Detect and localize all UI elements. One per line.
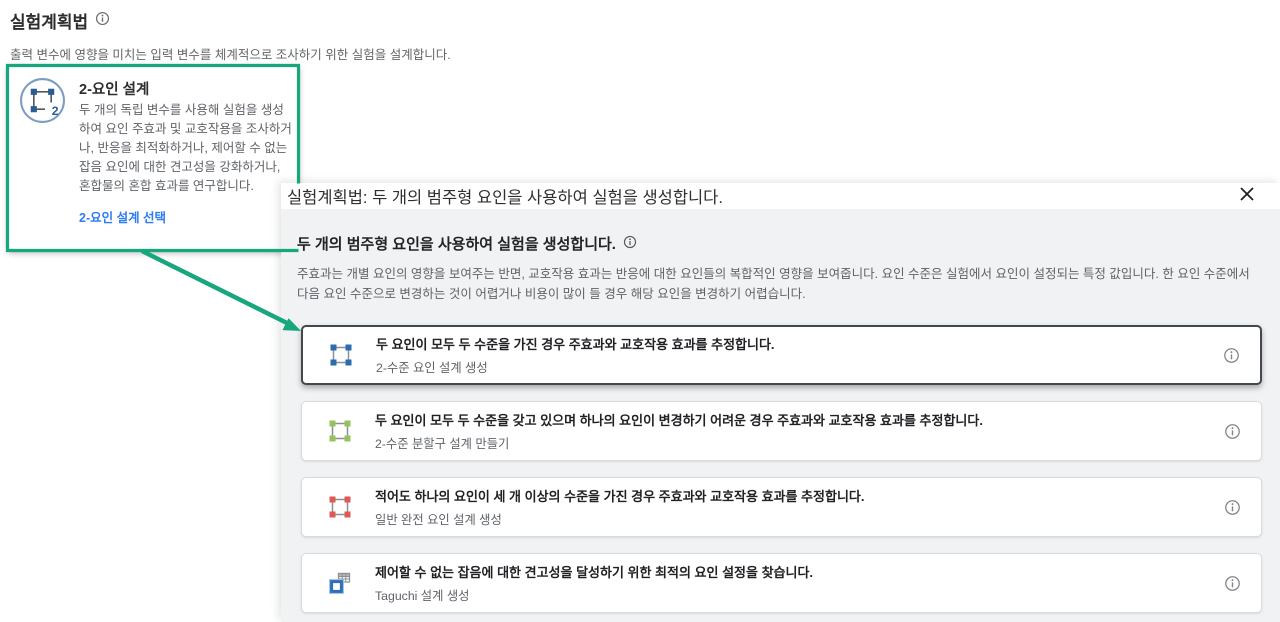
option-subtitle: 2-수준 요인 설계 생성 (376, 358, 775, 376)
info-icon[interactable] (623, 235, 637, 253)
option-split-plot[interactable]: 두 요인이 모두 두 수준을 갖고 있으며 하나의 요인이 변경하기 어려운 경… (301, 401, 1262, 461)
card-description: 두 개의 독립 변수를 사용해 실험을 생성하여 요인 주효과 및 교호작용을 … (79, 101, 292, 196)
dialog-title: 실험계획법: 두 개의 범주형 요인을 사용하여 실험을 생성합니다. (287, 184, 723, 208)
select-two-factor-design-link[interactable]: 2-요인 설계 선택 (79, 207, 166, 226)
close-icon[interactable] (1237, 184, 1257, 204)
info-icon[interactable] (1224, 423, 1241, 440)
doe-dialog: 실험계획법: 두 개의 범주형 요인을 사용하여 실험을 생성합니다. 두 개의… (281, 183, 1280, 622)
card-title: 2-요인 설계 (79, 78, 149, 99)
option-title: 적어도 하나의 요인이 세 개 이상의 수준을 가진 경우 주효과와 교호작용 … (375, 486, 864, 505)
dialog-description: 주효과는 개별 요인의 영향을 보여주는 반면, 교호작용 효과는 반응에 대한… (297, 264, 1257, 304)
page-title: 실험계획법 (10, 8, 88, 33)
option-title: 제어할 수 없는 잡음에 대한 견고성을 달성하기 위한 최적의 요인 설정을 … (375, 562, 813, 581)
option-subtitle: 2-수준 분할구 설계 만들기 (375, 434, 983, 452)
dialog-titlebar: 실험계획법: 두 개의 범주형 요인을 사용하여 실험을 생성합니다. (281, 183, 1280, 209)
option-title: 두 요인이 모두 두 수준을 가진 경우 주효과와 교호작용 효과를 추정합니다… (376, 334, 775, 353)
annotation-arrow-shaft (142, 251, 289, 324)
two-level-factorial-design-icon (329, 343, 353, 367)
two-factor-design-icon: 2 (19, 77, 66, 129)
split-plot-design-icon (328, 419, 352, 443)
info-icon[interactable] (1224, 575, 1241, 592)
option-general-full-factorial[interactable]: 적어도 하나의 요인이 세 개 이상의 수준을 가진 경우 주효과와 교호작용 … (301, 477, 1262, 537)
option-two-level-factorial[interactable]: 두 요인이 모두 두 수준을 가진 경우 주효과와 교호작용 효과를 추정합니다… (301, 325, 1262, 385)
dialog-body: 두 개의 범주형 요인을 사용하여 실험을 생성합니다. 주효과는 개별 요인의… (281, 209, 1280, 622)
dialog-heading: 두 개의 범주형 요인을 사용하여 실험을 생성합니다. (297, 233, 616, 254)
option-title: 두 요인이 모두 두 수준을 갖고 있으며 하나의 요인이 변경하기 어려운 경… (375, 410, 983, 429)
svg-text:2: 2 (52, 104, 59, 118)
page-subtitle: 출력 변수에 영향을 미치는 입력 변수를 체계적으로 조사하기 위한 실험을 … (10, 44, 451, 63)
option-taguchi[interactable]: 제어할 수 없는 잡음에 대한 견고성을 달성하기 위한 최적의 요인 설정을 … (301, 553, 1262, 613)
info-icon[interactable] (95, 11, 110, 31)
two-factor-design-card[interactable]: 2 2-요인 설계 두 개의 독립 변수를 사용해 실험을 생성하여 요인 주효… (8, 64, 299, 250)
info-icon[interactable] (1223, 347, 1240, 364)
design-options-list: 두 요인이 모두 두 수준을 가진 경우 주효과와 교호작용 효과를 추정합니다… (301, 325, 1262, 613)
general-full-factorial-design-icon (328, 495, 352, 519)
page-header: 실험계획법 출력 변수에 영향을 미치는 입력 변수를 체계적으로 조사하기 위… (10, 8, 451, 63)
taguchi-design-icon (328, 571, 352, 595)
option-subtitle: Taguchi 설계 생성 (375, 586, 813, 604)
info-icon[interactable] (1224, 499, 1241, 516)
option-subtitle: 일반 완전 요인 설계 생성 (375, 510, 864, 528)
